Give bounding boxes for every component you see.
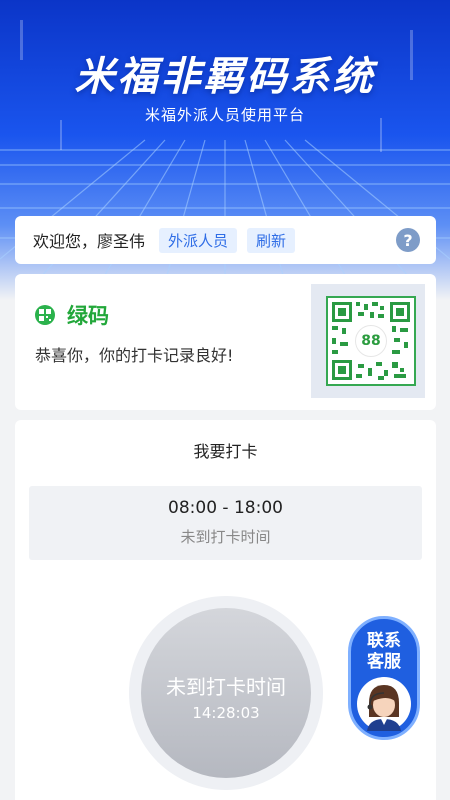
app-title: 米福非羁码系统 — [74, 54, 376, 100]
checkin-heading: 我要打卡 — [193, 442, 258, 461]
checkin-time-box: 08:00 - 18:00 未到打卡时间 — [29, 486, 422, 560]
qr-code-icon — [35, 305, 55, 325]
question-glyph: ? — [403, 230, 413, 250]
health-code-card: 绿码 恭喜你，你的打卡记录良好! 88 — [15, 274, 436, 410]
app-subtitle: 米福外派人员使用平台 — [144, 106, 305, 124]
code-status-label: 绿码 — [67, 304, 109, 328]
code-message: 恭喜你，你的打卡记录良好! — [35, 346, 234, 365]
punch-current-time: 14:28:03 — [192, 703, 260, 722]
checkin-card: 我要打卡 08:00 - 18:00 未到打卡时间 未到打卡时间 14:28:0… — [15, 420, 436, 800]
help-icon[interactable]: ? — [396, 228, 420, 252]
punch-button-label: 未到打卡时间 — [166, 674, 286, 699]
greeting-text: 欢迎您，廖圣伟 — [33, 232, 146, 251]
checkin-time-range: 08:00 - 18:00 — [168, 498, 283, 518]
service-label-line2: 客服 — [367, 652, 401, 672]
punch-button-ring: 未到打卡时间 14:28:03 — [129, 596, 323, 790]
customer-service-label: 联系 客服 — [351, 631, 417, 673]
agent-avatar-icon — [367, 685, 401, 731]
qr-code-image[interactable]: 88 — [326, 296, 416, 386]
checkin-range-status: 未到打卡时间 — [180, 528, 271, 546]
qr-center-number: 88 — [355, 325, 387, 357]
welcome-bar: 欢迎您，廖圣伟 外派人员 刷新 ? — [15, 216, 436, 264]
customer-service-button[interactable]: 联系 客服 — [348, 616, 420, 740]
role-badge: 外派人员 — [159, 227, 238, 253]
refresh-button[interactable]: 刷新 — [247, 227, 296, 253]
code-title-row: 绿码 — [35, 300, 109, 330]
service-label-line1: 联系 — [367, 631, 401, 651]
punch-button[interactable]: 未到打卡时间 14:28:03 — [141, 608, 311, 778]
